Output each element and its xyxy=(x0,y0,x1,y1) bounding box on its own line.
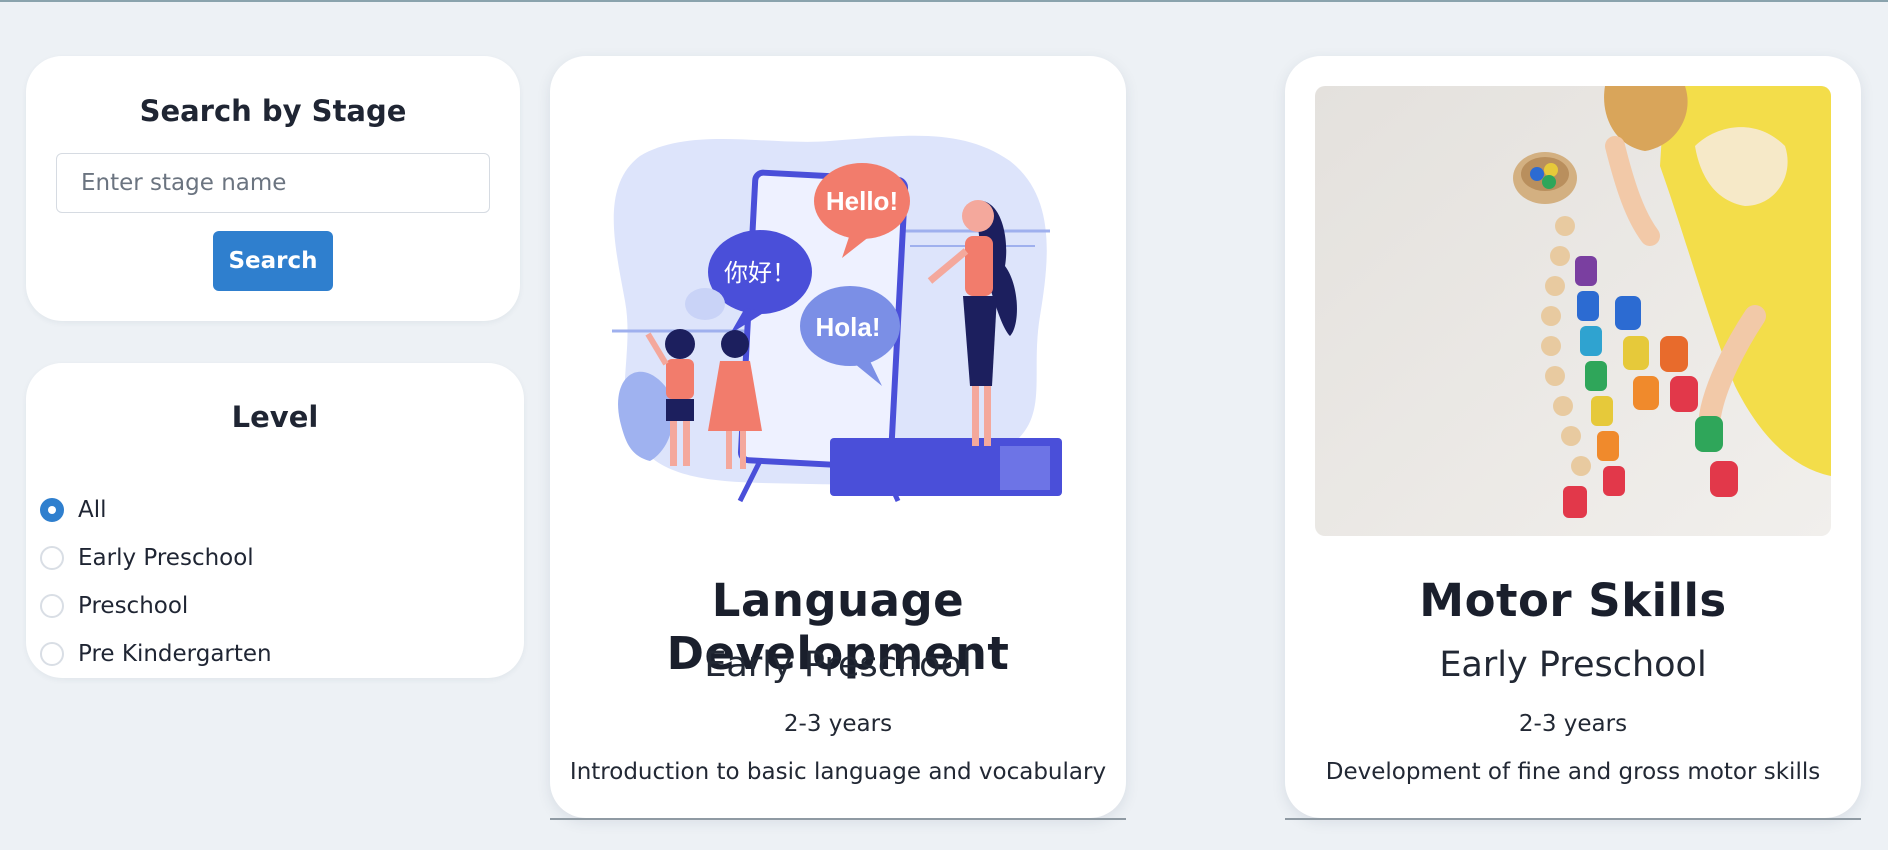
level-option-all[interactable]: All xyxy=(40,486,272,534)
level-panel-title: Level xyxy=(231,400,319,434)
level-option-pre-kindergarten[interactable]: Pre Kindergarten xyxy=(40,630,272,678)
bubble-hello-text: Hello! xyxy=(826,186,898,216)
search-panel: Search by Stage Search xyxy=(26,56,520,321)
radio-button-preschool[interactable] xyxy=(40,594,64,618)
radio-button-early-preschool[interactable] xyxy=(40,546,64,570)
card-description: Introduction to basic language and vocab… xyxy=(569,759,1107,785)
language-development-illustration: Hello! 你好！ Hola! xyxy=(580,86,1096,536)
motor-skills-photo xyxy=(1315,86,1831,536)
stage-card-motor-skills[interactable]: Motor Skills Early Preschool 2-3 years D… xyxy=(1285,56,1861,820)
level-option-label: All xyxy=(78,497,107,523)
level-option-label: Early Preschool xyxy=(78,545,254,571)
level-radio-group: All Early Preschool Preschool Pre Kinder… xyxy=(40,486,272,678)
card-description: Development of fine and gross motor skil… xyxy=(1325,759,1821,785)
level-filter-panel: Level All Early Preschool Preschool Pre … xyxy=(26,363,524,678)
search-panel-title: Search by Stage xyxy=(139,94,407,128)
card-stage: Early Preschool xyxy=(1439,645,1707,685)
level-option-label: Preschool xyxy=(78,593,189,619)
card-bottom-divider xyxy=(1285,818,1861,820)
radio-button-pre-kindergarten[interactable] xyxy=(40,642,64,666)
card-age-range: 2-3 years xyxy=(783,711,893,737)
level-option-label: Pre Kindergarten xyxy=(78,641,272,667)
card-bottom-divider xyxy=(550,818,1126,820)
radio-button-all[interactable] xyxy=(40,498,64,522)
level-option-preschool[interactable]: Preschool xyxy=(40,582,272,630)
top-border-line xyxy=(0,0,1888,2)
stage-search-input[interactable] xyxy=(56,153,490,213)
bubble-hola-text: Hola! xyxy=(816,312,881,342)
level-option-early-preschool[interactable]: Early Preschool xyxy=(40,534,272,582)
card-title: Motor Skills xyxy=(1419,574,1727,627)
card-stage: Early Preschool xyxy=(704,645,972,685)
bubble-nihao-text: 你好！ xyxy=(724,259,796,287)
search-button[interactable]: Search xyxy=(213,231,333,291)
stage-card-language-development[interactable]: Hello! 你好！ Hola! Language Development Ea… xyxy=(550,56,1126,820)
card-age-range: 2-3 years xyxy=(1518,711,1628,737)
